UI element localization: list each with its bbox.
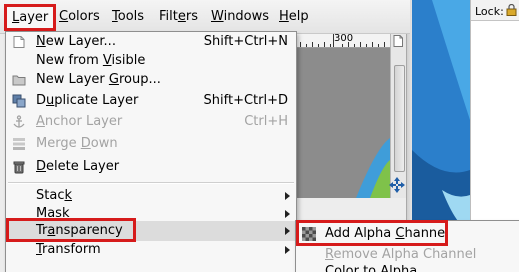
document-icon[interactable] — [392, 35, 404, 47]
vertical-scrollbar[interactable] — [390, 33, 407, 198]
image-canvas[interactable] — [296, 48, 390, 198]
menu-label-post: olors — [68, 9, 100, 24]
label-mnemonic: M — [36, 206, 48, 221]
menu-item-label: New Layer... — [36, 32, 116, 52]
menu-item-label: Color to Alpha... — [325, 262, 430, 272]
menu-item-transparency[interactable]: Transparency — [6, 221, 296, 241]
menu-tools[interactable]: Tools — [112, 8, 144, 25]
submenu-arrow-icon — [285, 192, 290, 200]
label-mnemonic: G — [108, 72, 119, 87]
label-mnemonic: N — [36, 34, 46, 49]
menu-label-post: indows — [223, 9, 270, 24]
label-post: own — [90, 136, 118, 151]
menu-item-label: Anchor Layer — [36, 112, 122, 132]
menu-item-duplicate-layer[interactable]: Duplicate Layer Shift+Ctrl+D — [6, 91, 296, 111]
menu-label-post: rs — [185, 9, 198, 24]
menu-label-pre: Filt — [159, 9, 178, 24]
menu-filters[interactable]: Filters — [159, 8, 198, 25]
anchor-icon — [13, 115, 25, 128]
navigate-icon[interactable] — [389, 177, 405, 193]
menu-item-label: Add Alpha Channel — [325, 224, 449, 244]
menu-item-transform[interactable]: Transform — [6, 240, 296, 260]
menu-item-color-to-alpha[interactable]: Color to Alpha... — [296, 262, 519, 272]
label-mnemonic: D — [36, 159, 47, 174]
ruler-label: 300 — [334, 33, 354, 44]
menu-separator — [8, 182, 294, 184]
menu-item-new-layer[interactable]: New Layer... Shift+Ctrl+N — [6, 32, 296, 52]
checkerboard-icon — [302, 227, 316, 241]
duplicate-icon — [12, 94, 26, 108]
menu-help[interactable]: Help — [279, 8, 309, 25]
lock-label: Lock: — [475, 5, 504, 18]
menu-item-label: New Layer Group... — [36, 70, 161, 90]
menu-item-shortcut: Shift+Ctrl+N — [203, 34, 288, 49]
menu-label-post: ayer — [19, 10, 49, 25]
label-pre: Merge — [36, 136, 81, 151]
menu-label-post: elp — [288, 9, 309, 24]
menu-item-merge-down[interactable]: Merge Down — [6, 134, 296, 154]
label-post: hannel — [404, 226, 449, 241]
menu-item-stack[interactable]: Stack — [6, 186, 296, 206]
label-pre: Color to Alpha... — [325, 264, 430, 272]
menu-item-label: Duplicate Layer — [36, 91, 138, 111]
submenu-arrow-icon — [285, 210, 290, 218]
scrollbar-thumb[interactable] — [394, 65, 405, 172]
menu-item-label: New from Visible — [36, 51, 145, 71]
menu-item-anchor-layer[interactable]: Anchor Layer Ctrl+H — [6, 112, 296, 132]
canvas-image — [296, 48, 390, 198]
menu-colors[interactable]: Colors — [59, 8, 100, 25]
label-pre: New Layer — [36, 72, 109, 87]
gimp-window: 300 Lock: Layer Colors Tools Filters Win… — [0, 0, 519, 272]
menu-label-post: ools — [117, 9, 145, 24]
label-post: plicate Layer — [54, 93, 139, 108]
label-pre: Add Alpha — [325, 226, 396, 241]
label-post: nchor Layer — [44, 114, 123, 129]
menu-layer[interactable]: Layer — [4, 4, 57, 31]
label-post: nsparency — [55, 223, 123, 238]
label-mnemonic: D — [80, 136, 91, 151]
menu-item-new-layer-group[interactable]: New Layer Group... — [6, 70, 296, 90]
label-pre: D — [36, 93, 47, 108]
menu-item-label: Transparency — [36, 221, 123, 241]
lock-icon[interactable] — [506, 4, 517, 16]
menu-item-label: Transform — [36, 240, 101, 260]
label-pre: Stac — [36, 188, 65, 203]
menu-item-shortcut: Ctrl+H — [244, 114, 288, 129]
transparency-submenu: Add Alpha Channel Remove Alpha Channel C… — [295, 220, 519, 272]
menu-mnemonic: H — [279, 9, 289, 24]
menu-windows[interactable]: Windows — [211, 8, 269, 25]
submenu-arrow-icon — [285, 227, 290, 235]
layer-menu: New Layer... Shift+Ctrl+N New from Visib… — [5, 31, 297, 272]
label-post: emove Alpha Channel — [333, 247, 477, 262]
menu-mnemonic: C — [59, 9, 69, 24]
horizontal-ruler: 300 — [296, 33, 390, 48]
label-post: isible — [111, 53, 146, 68]
label-pre: Tr — [36, 223, 48, 238]
label-pre: New from — [36, 53, 103, 68]
merge-down-icon — [13, 138, 25, 150]
label-post: ask — [47, 206, 70, 221]
label-post: ransform — [42, 242, 101, 257]
trash-icon — [13, 161, 25, 174]
menu-item-label: Stack — [36, 186, 72, 206]
canvas-status-strip — [296, 198, 408, 218]
menu-item-delete-layer[interactable]: Delete Layer — [6, 157, 296, 177]
submenu-arrow-icon — [285, 246, 290, 254]
new-layer-icon — [13, 36, 25, 48]
menu-item-label: Delete Layer — [36, 157, 119, 177]
folder-icon — [12, 75, 26, 86]
label-post: roup... — [118, 72, 161, 87]
menubar: Layer Colors Tools Filters Windows Help — [0, 0, 410, 34]
menu-mnemonic: W — [211, 9, 224, 24]
menu-item-add-alpha-channel[interactable]: Add Alpha Channel — [296, 224, 519, 244]
menu-item-shortcut: Shift+Ctrl+D — [203, 93, 288, 108]
menu-item-new-from-visible[interactable]: New from Visible — [6, 51, 296, 71]
menu-mnemonic: e — [177, 9, 186, 24]
label-post: ew Layer... — [45, 34, 116, 49]
menu-item-label: Merge Down — [36, 134, 118, 154]
label-mnemonic: A — [36, 114, 45, 129]
label-post: elete Layer — [46, 159, 120, 174]
label-mnemonic: k — [64, 188, 72, 203]
